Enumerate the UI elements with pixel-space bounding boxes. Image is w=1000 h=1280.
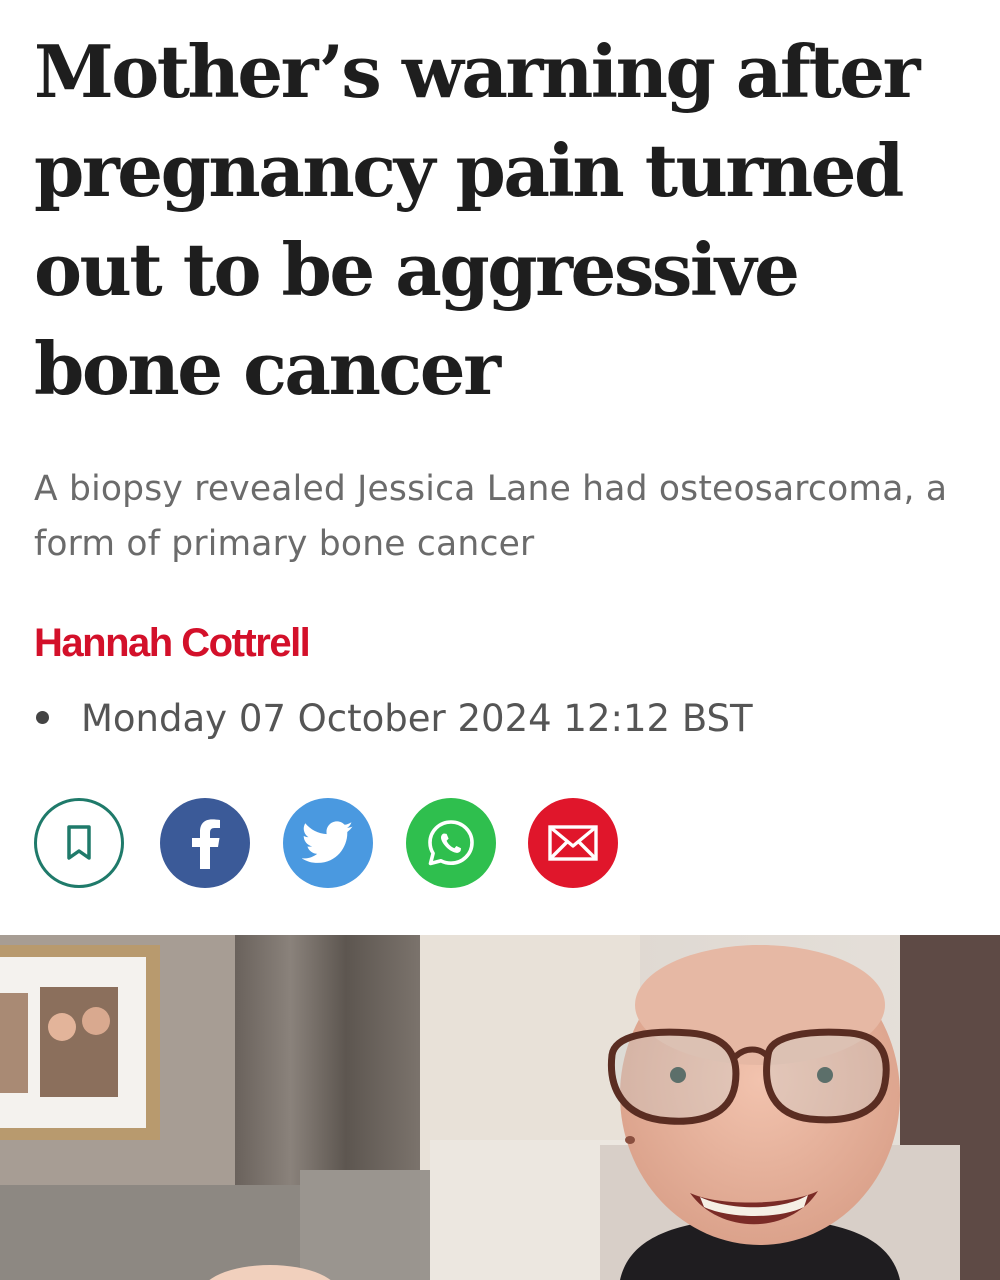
author-link[interactable]: Hannah Cottrell [34,618,311,668]
bookmark-button[interactable] [34,798,124,888]
email-share-button[interactable] [528,798,618,888]
article-hero-image [0,935,1000,1280]
twitter-share-button[interactable] [283,798,373,888]
whatsapp-share-button[interactable] [406,798,496,888]
publish-date-text: Monday 07 October 2024 12:12 BST [81,697,753,740]
article-standfirst: A biopsy revealed Jessica Lane had osteo… [34,469,948,564]
facebook-icon [192,819,220,869]
envelope-icon [548,825,598,861]
article-headline: Mother’s warning after pregnancy pain tu… [34,29,921,411]
photo-of-woman-smiling [0,935,1000,1280]
twitter-icon [302,821,353,863]
bookmark-icon [67,825,91,860]
bullet-icon [36,711,49,724]
publish-date: Monday 07 October 2024 12:12 BST [34,694,753,744]
facebook-share-button[interactable] [160,798,250,888]
whatsapp-icon [428,820,474,866]
